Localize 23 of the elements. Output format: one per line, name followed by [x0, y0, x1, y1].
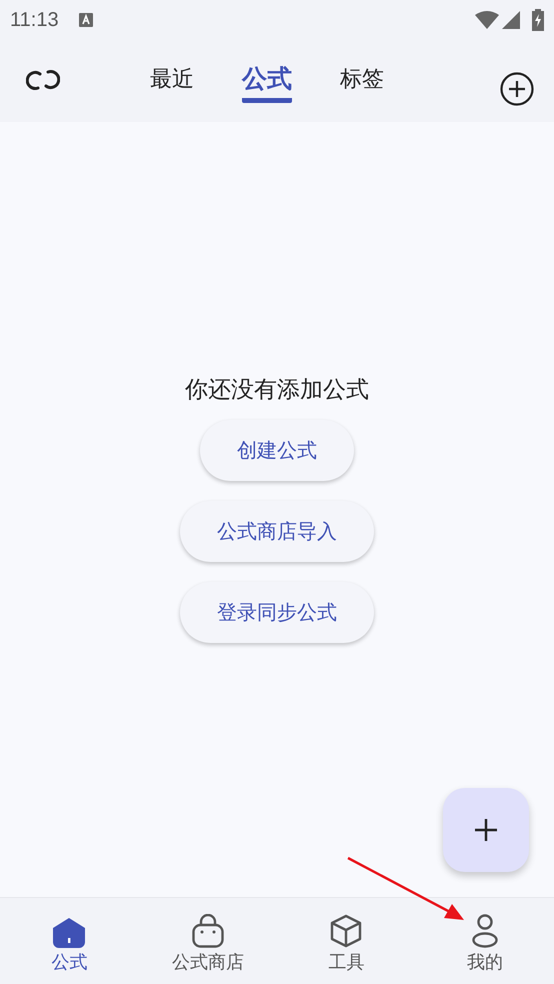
- link-icon[interactable]: [26, 68, 60, 92]
- empty-message: 你还没有添加公式: [185, 375, 369, 404]
- tab[interactable]: 标签: [340, 62, 384, 103]
- battery-icon: [532, 9, 544, 31]
- nav-item[interactable]: 我的: [416, 898, 554, 984]
- nav-item[interactable]: 公式商店: [138, 898, 277, 984]
- add-icon[interactable]: [500, 72, 534, 106]
- status-time: 11:13: [10, 8, 59, 33]
- cube-icon: [329, 914, 364, 948]
- keyboard-icon: [78, 13, 93, 27]
- action-button[interactable]: 创建公式: [200, 420, 354, 481]
- plus-icon: [475, 819, 497, 841]
- tab[interactable]: 最近: [150, 62, 194, 103]
- person-icon: [472, 914, 498, 948]
- wifi-icon: [475, 11, 499, 29]
- tab[interactable]: 公式: [242, 62, 292, 103]
- action-button[interactable]: 公式商店导入: [180, 501, 374, 562]
- nav-item[interactable]: 公式: [0, 898, 138, 984]
- signal-icon: [502, 11, 520, 29]
- bag-icon: [192, 914, 224, 948]
- home-icon: [53, 918, 86, 948]
- nav-item[interactable]: 工具: [277, 898, 416, 984]
- action-button[interactable]: 登录同步公式: [180, 582, 374, 643]
